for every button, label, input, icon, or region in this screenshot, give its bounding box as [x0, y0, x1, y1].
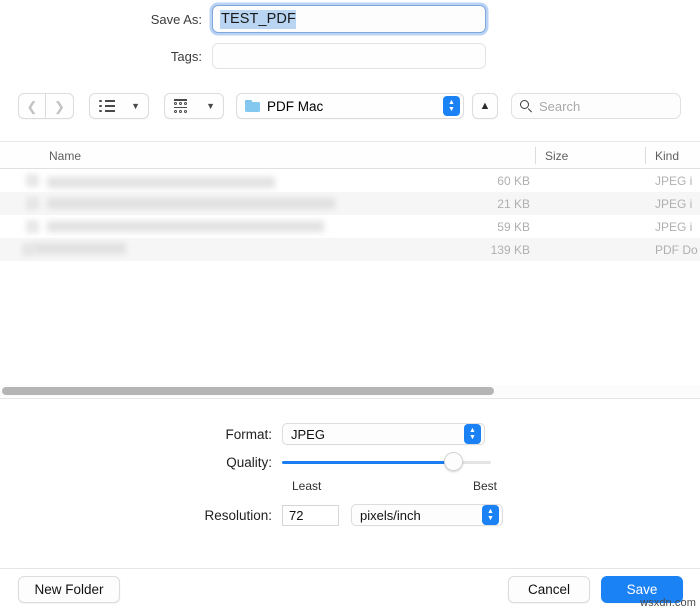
column-header-name[interactable]: Name — [49, 149, 81, 163]
quality-scale-labels: Least Best — [292, 479, 497, 493]
save-as-row: Save As: TEST_PDF — [0, 5, 700, 33]
resolution-input[interactable]: 72 — [282, 504, 339, 526]
grid-view-icon — [174, 99, 188, 113]
location-popup-button[interactable]: PDF Mac ▲ ▼ — [236, 93, 464, 119]
quality-label: Quality: — [226, 454, 272, 470]
table-row[interactable]: 59 KB JPEG i — [0, 215, 700, 238]
popup-stepper-icon: ▲ ▼ — [443, 96, 460, 116]
table-row[interactable]: 21 KB JPEG i — [0, 192, 700, 215]
file-name-redacted — [47, 177, 275, 188]
table-row[interactable]: 139 KB PDF Do — [0, 238, 700, 261]
slider-fill — [282, 460, 454, 464]
tags-input[interactable] — [212, 43, 486, 69]
format-select[interactable]: JPEG ▲ ▼ — [282, 423, 485, 445]
table-row[interactable]: 60 KB JPEG i — [0, 169, 700, 192]
location-label: PDF Mac — [267, 98, 324, 114]
file-list[interactable]: Name Size Kind 60 KB JPEG i 21 KB JPEG i… — [0, 141, 700, 385]
quality-least-label: Least — [292, 479, 322, 493]
save-as-value: TEST_PDF — [220, 9, 296, 29]
search-input[interactable]: Search — [511, 93, 681, 119]
popup-stepper-icon: ▲ ▼ — [464, 424, 481, 444]
resolution-units-value: pixels/inch — [360, 507, 421, 523]
file-list-header: Name Size Kind — [0, 142, 700, 169]
forward-button[interactable]: ❯ — [46, 93, 74, 119]
file-size: 139 KB — [490, 242, 530, 257]
file-icon — [26, 197, 39, 210]
column-header-size[interactable]: Size — [545, 149, 568, 163]
scrollbar-thumb[interactable] — [2, 387, 494, 395]
horizontal-scrollbar[interactable] — [0, 385, 700, 397]
format-row: Format: JPEG ▲ ▼ — [0, 423, 485, 445]
file-kind: JPEG i — [655, 196, 693, 211]
file-icon — [26, 174, 39, 187]
chevron-right-icon: ❯ — [54, 98, 65, 114]
watermark: wsxdn.com — [640, 597, 696, 609]
file-name-redacted — [34, 243, 126, 254]
chevron-down-icon: ▼ — [206, 101, 215, 111]
popup-stepper-icon: ▲ ▼ — [482, 505, 499, 525]
quality-best-label: Best — [472, 479, 497, 493]
format-label: Format: — [225, 426, 272, 442]
group-view-button[interactable]: ▼ — [164, 93, 224, 119]
save-dialog: Save As: TEST_PDF Tags: ❮ ❯ ▼ ▼ PDF Mac … — [0, 0, 700, 610]
chevron-left-icon: ❮ — [26, 98, 38, 114]
tags-label: Tags: — [170, 48, 202, 64]
tags-row: Tags: — [0, 43, 700, 69]
resolution-units-select[interactable]: pixels/inch ▲ ▼ — [351, 504, 503, 526]
save-form-area: Save As: TEST_PDF Tags: — [0, 0, 700, 80]
quality-slider[interactable] — [282, 452, 491, 472]
resolution-label: Resolution: — [204, 507, 272, 523]
file-name-redacted — [47, 198, 335, 209]
cancel-button[interactable]: Cancel — [508, 576, 590, 603]
new-folder-button[interactable]: New Folder — [18, 576, 120, 603]
format-value: JPEG — [291, 426, 325, 442]
file-icon — [26, 220, 39, 233]
file-name-redacted — [47, 221, 324, 232]
file-size: 59 KB — [497, 219, 530, 234]
file-kind: PDF Do — [655, 242, 698, 257]
browser-toolbar: ❮ ❯ ▼ ▼ PDF Mac ▲ ▼ ▲ Search — [0, 86, 700, 126]
navigation-buttons: ❮ ❯ — [18, 93, 74, 119]
chevron-down-icon: ▼ — [131, 101, 140, 111]
save-as-label: Save As: — [150, 11, 202, 27]
save-as-input[interactable]: TEST_PDF — [212, 5, 486, 33]
list-view-button[interactable]: ▼ — [89, 93, 149, 119]
back-button[interactable]: ❮ — [18, 93, 46, 119]
search-placeholder: Search — [539, 98, 581, 114]
save-as-field-wrapper: TEST_PDF — [212, 5, 486, 33]
search-icon — [520, 100, 532, 113]
list-view-icon — [99, 99, 115, 113]
file-kind: JPEG i — [655, 173, 693, 188]
column-header-kind[interactable]: Kind — [655, 149, 679, 163]
slider-thumb[interactable] — [443, 452, 463, 471]
column-divider — [535, 147, 536, 164]
resolution-row: Resolution: 72 pixels/inch ▲ ▼ — [0, 504, 503, 526]
file-size: 21 KB — [497, 196, 530, 211]
export-options-panel: Format: JPEG ▲ ▼ Quality: Least Best Reso… — [0, 399, 700, 568]
file-size: 60 KB — [497, 173, 530, 188]
file-kind: JPEG i — [655, 219, 693, 234]
folder-icon — [245, 100, 260, 112]
column-divider — [645, 147, 646, 164]
dialog-footer: New Folder Cancel Save wsxdn.com — [0, 569, 700, 610]
chevron-up-icon: ▲ — [479, 99, 491, 112]
quality-row: Quality: — [0, 452, 491, 472]
go-up-button[interactable]: ▲ — [472, 93, 498, 119]
